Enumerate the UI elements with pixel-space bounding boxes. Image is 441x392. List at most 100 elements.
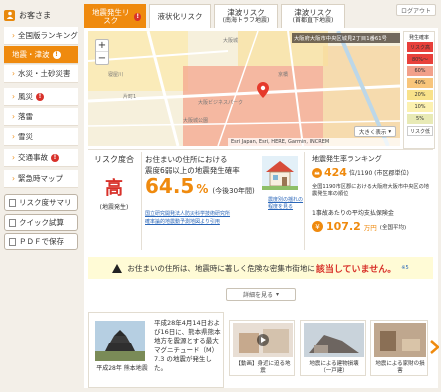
sidebar-item-wind[interactable]: › 風災 !: [4, 88, 78, 106]
risk-level-value: 高: [105, 178, 123, 199]
payout-value: ¥ 107.2 万円 (全国平均): [312, 220, 406, 233]
risk-level-title: リスク度合: [94, 155, 134, 164]
news-card-house-damage[interactable]: 地震による建物損壊（一戸建）: [300, 320, 366, 376]
news-caption: 地震による建物損壊（一戸建）: [309, 361, 359, 374]
map-place-label: 大阪城公園: [183, 118, 209, 124]
legend-swatch: 40%: [407, 78, 433, 88]
sidebar-header: お客さま: [0, 6, 78, 24]
legend-swatch: 80%～: [407, 54, 433, 64]
tab-tsunami-nankai[interactable]: 津波リスク (南海トラフ地震): [214, 4, 278, 28]
tab-liquefaction-risk[interactable]: 液状化リスク: [149, 4, 211, 28]
chevron-down-icon: ▾: [276, 291, 280, 298]
payout-unit: 万円: [363, 223, 377, 232]
house-icon: [262, 156, 298, 190]
section-divider: [141, 152, 142, 250]
risk-map[interactable]: 片町1 大阪城公園 大阪ビジネスパーク 大阪城 京橋 寝屋川 + − 大阪府大阪…: [88, 31, 400, 146]
sidebar-item-lightning[interactable]: › 落雷: [4, 108, 78, 126]
save-pdf-button[interactable]: ＰＤＦで保存: [4, 233, 78, 250]
view-details-button[interactable]: 詳細を見る ▾: [226, 288, 296, 301]
collapsed-house-photo: [304, 323, 364, 357]
sidebar-item-flood[interactable]: › 水災・土砂災害: [4, 65, 78, 83]
sidebar-item-national-ranking[interactable]: › 全国版ランキング: [4, 27, 78, 45]
seismic-link-line1: 震度別の揺れの: [268, 197, 304, 203]
quick-estimate-button[interactable]: クイック試算: [4, 214, 78, 231]
legend-swatch: 10%: [407, 102, 433, 112]
yen-icon: ¥: [312, 221, 323, 232]
sidebar-item-label: 雪災: [18, 132, 33, 141]
user-icon: [4, 9, 15, 21]
warning-highlight: 該当していません。: [315, 264, 397, 275]
calculator-icon: [9, 218, 16, 227]
ranking-number: 424: [324, 166, 347, 179]
sidebar-header-label: お客さま: [19, 10, 51, 20]
source-link[interactable]: 確率論的地震動予測地図より引用: [145, 218, 220, 225]
enlarge-map-label: 大きく表示: [358, 129, 387, 136]
seismic-link-line2: 程度を見る: [268, 204, 294, 210]
news-card-household-damage[interactable]: 地震による家財の損害: [370, 320, 428, 376]
warning-icon: [112, 263, 123, 273]
risk-level-card: リスク度合 高 (地震発生): [88, 150, 140, 250]
legend-swatch: 5%: [407, 114, 433, 124]
probability-value: 64.5 % (今後30年間): [145, 174, 255, 198]
list-icon: [9, 198, 16, 207]
ranking-description: 全国1190市区郡における大阪府大阪市中央区の地震発生率の順位: [312, 184, 429, 197]
chevron-right-icon: ›: [12, 112, 15, 121]
news-card-video[interactable]: 【動画】身近に迫る地震: [229, 320, 295, 376]
alert-badge: !: [51, 153, 59, 162]
tab-sublabel: (南海トラフ地震): [222, 16, 270, 24]
probability-legend: 発生確率 リスク高 80%～ 60% 40% 20% 10% 5% リスク低: [403, 31, 435, 149]
tab-earthquake-risk[interactable]: 地震発生リスク !: [84, 4, 146, 28]
section-divider: [304, 152, 305, 250]
legend-swatch: リスク低: [407, 126, 433, 136]
zoom-out-button[interactable]: −: [96, 52, 108, 64]
legend-swatch: 60%: [407, 66, 433, 76]
warning-text: お住まいの住所は、地震時に著しく危険な密集市街地に: [127, 263, 315, 273]
sidebar-item-earthquake[interactable]: 地震・津波 !: [4, 46, 78, 64]
legend-swatch: 20%: [407, 90, 433, 100]
risk-summary-label: リスク度サマリ: [19, 198, 72, 207]
sidebar-item-traffic[interactable]: › 交通事故 !: [4, 149, 78, 167]
view-details-label: 詳細を見る: [242, 292, 273, 299]
seismic-intensity-link[interactable]: 震度別の揺れの 程度を見る: [268, 196, 303, 210]
sidebar-item-label: 落雷: [18, 112, 33, 121]
map-place-label: 京橋: [278, 72, 289, 78]
logout-button[interactable]: ログアウト: [396, 4, 436, 16]
tab-sublabel: (首都直下地震): [292, 16, 334, 24]
risk-summary-button[interactable]: リスク度サマリ: [4, 194, 78, 211]
ranking-title: 地震発生率ランキング: [312, 155, 382, 163]
probability-note: (今後30年間): [212, 187, 255, 195]
sidebar-item-label: 地震・津波: [12, 50, 50, 59]
sidebar-item-label: 緊急時マップ: [18, 174, 63, 183]
tab-tsunami-capital[interactable]: 津波リスク (首都直下地震): [281, 4, 345, 28]
legend-swatch: リスク高: [407, 42, 433, 52]
news-text: 平成28年4月14日および16日に、熊本県熊本地方を震源とする最大マグニチュード…: [154, 319, 221, 372]
sidebar-item-label: 全国版ランキング: [18, 31, 78, 40]
chevron-right-icon: ›: [12, 31, 15, 40]
enlarge-map-button[interactable]: 大きく表示 ▾: [354, 126, 396, 137]
risk-tabs: 地震発生リスク ! 液状化リスク 津波リスク (南海トラフ地震) 津波リスク (…: [84, 4, 345, 28]
zoom-in-button[interactable]: +: [96, 40, 108, 52]
damaged-room-photo: [374, 323, 426, 357]
map-place-label: 寝屋川: [108, 72, 124, 78]
source-link[interactable]: 国立研究開発法人防災科学技術研究所: [145, 210, 230, 217]
zoom-control: + −: [95, 39, 109, 65]
payout-note: (全国平均): [379, 224, 407, 231]
video-thumbnail: [233, 323, 293, 357]
chevron-right-icon: ›: [12, 69, 15, 78]
payout-title: 1事故あたりの平均支払保険金: [312, 210, 394, 217]
probability-unit: %: [196, 182, 209, 196]
warning-footnote[interactable]: ※5: [401, 265, 408, 271]
map-place-label: 大阪城: [223, 38, 239, 44]
kumamoto-castle-photo: [95, 321, 145, 361]
sidebar-item-emergency-map[interactable]: › 緊急時マップ: [4, 170, 78, 188]
payout-amount: 107.2: [326, 220, 361, 233]
sidebar-item-snow[interactable]: › 雪災: [4, 128, 78, 146]
news-card-kumamoto[interactable]: 平成28年 熊本地震 平成28年4月14日および16日に、熊本県熊本地方を震源と…: [88, 312, 224, 388]
alert-badge: !: [134, 12, 141, 21]
chevron-right-icon: ›: [12, 132, 15, 141]
news-caption: 地震による家財の損害: [375, 361, 425, 374]
crown-icon: [312, 167, 322, 178]
chevron-down-icon: ▾: [388, 128, 392, 135]
carousel-next-icon[interactable]: [430, 340, 439, 354]
tab-label: 液状化リスク: [157, 11, 203, 21]
